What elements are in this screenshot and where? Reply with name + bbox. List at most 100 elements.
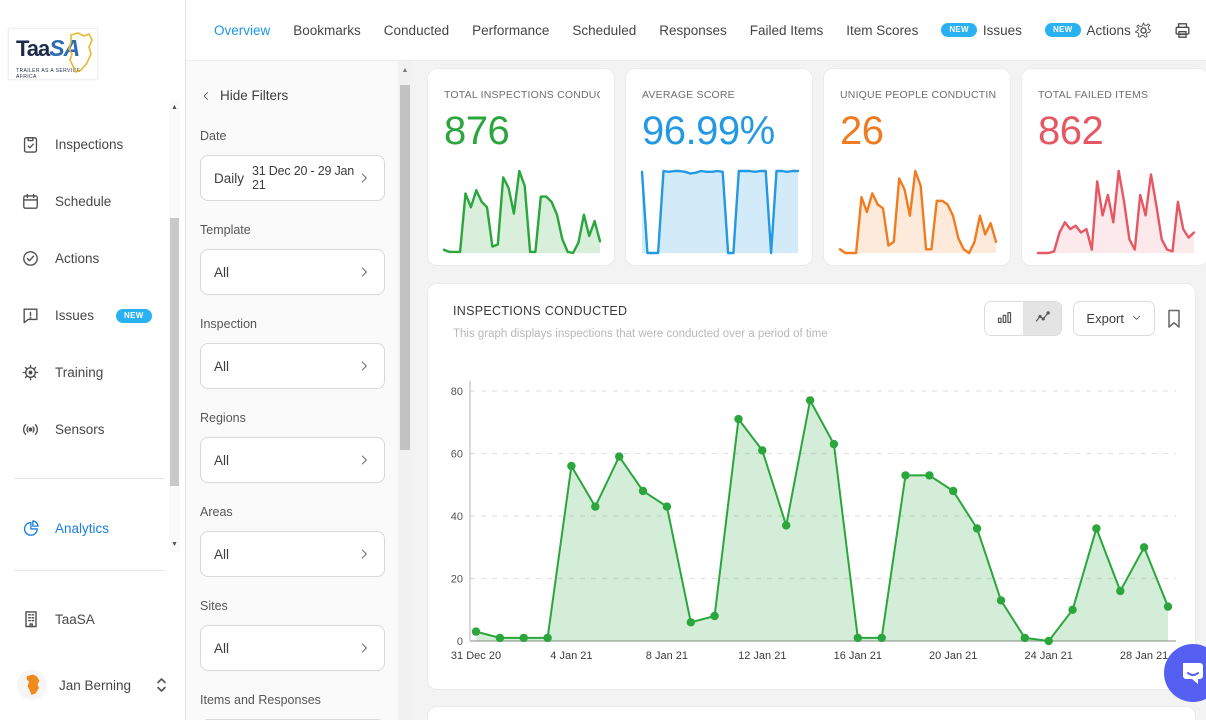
- stat-sparkline: [442, 161, 602, 257]
- tab-label: Failed Items: [750, 23, 824, 38]
- filters-scrollbar[interactable]: ▲: [398, 61, 412, 720]
- bar-chart-icon: [996, 309, 1013, 329]
- analytics-icon: [21, 519, 40, 538]
- chart-controls: Export: [984, 301, 1182, 336]
- sidebar-item-sensors[interactable]: Sensors: [0, 401, 170, 458]
- tab-label: Conducted: [384, 23, 449, 38]
- export-button[interactable]: Export: [1073, 301, 1155, 336]
- sidebar-item-analytics[interactable]: Analytics: [0, 500, 170, 557]
- scroll-down-arrow-icon[interactable]: ▼: [169, 541, 180, 548]
- tab-performance[interactable]: Performance: [472, 23, 549, 38]
- filter-label: Items and Responses: [200, 693, 412, 707]
- bookmark-icon[interactable]: [1166, 309, 1182, 329]
- stat-sparkline: [640, 161, 800, 257]
- app-root: TaaSA TRAILER AS A SERVICE AFRICA Inspec…: [0, 0, 1206, 720]
- hide-filters-button[interactable]: Hide Filters: [200, 88, 412, 103]
- tab-overview[interactable]: Overview: [214, 23, 270, 38]
- sidebar-scrollbar[interactable]: ▲ ▼: [169, 100, 180, 552]
- sensors-icon: [21, 420, 40, 439]
- tab-issues[interactable]: NEW Issues: [941, 23, 1022, 38]
- filter-regions-selector[interactable]: All: [200, 437, 385, 483]
- tab-label: Actions: [1087, 23, 1131, 38]
- scroll-up-arrow-icon[interactable]: ▲: [398, 67, 412, 74]
- filter-label: Sites: [200, 599, 412, 613]
- settings-gear-icon[interactable]: [1134, 21, 1153, 40]
- tab-label: Item Scores: [846, 23, 918, 38]
- sidebar-item-label: Actions: [55, 251, 99, 266]
- chevron-right-icon: [357, 265, 371, 279]
- chevron-down-icon: [1131, 311, 1142, 326]
- sidebar-item-schedule[interactable]: Schedule: [0, 173, 170, 230]
- sidebar-divider: [14, 478, 164, 479]
- filter-label: Areas: [200, 505, 412, 519]
- stat-card-unique-people-conductin[interactable]: UNIQUE PEOPLE CONDUCTIN...26: [823, 68, 1011, 266]
- sidebar-item-label: Analytics: [55, 521, 109, 536]
- stat-card-value: 26: [840, 109, 996, 154]
- export-label: Export: [1086, 311, 1124, 326]
- chevron-right-icon: [357, 359, 371, 373]
- filter-label: Regions: [200, 411, 412, 425]
- scroll-up-arrow-icon[interactable]: ▲: [169, 104, 180, 111]
- svg-text:12 Jan 21: 12 Jan 21: [738, 650, 786, 662]
- new-badge: NEW: [941, 23, 977, 37]
- inspections-icon: [21, 135, 40, 154]
- sidebar-item-label: Issues: [55, 308, 94, 323]
- sidebar-scrollbar-thumb[interactable]: [170, 218, 179, 486]
- stat-card-total-inspections-conduct[interactable]: TOTAL INSPECTIONS CONDUCT876: [427, 68, 615, 266]
- print-icon[interactable]: [1173, 21, 1192, 40]
- filter-label: Date: [200, 129, 412, 143]
- filter-inspection-selector[interactable]: All: [200, 343, 385, 389]
- line-chart-toggle-button[interactable]: [1023, 302, 1061, 335]
- filter-areas-selector[interactable]: All: [200, 531, 385, 577]
- filter-value: All: [214, 453, 229, 468]
- tab-responses[interactable]: Responses: [659, 23, 727, 38]
- stat-card-value: 876: [444, 109, 600, 154]
- filter-group-sites: Sites All: [200, 599, 412, 671]
- chart-title: INSPECTIONS CONDUCTED: [453, 304, 627, 318]
- filter-range-value: 31 Dec 20 - 29 Jan 21: [252, 164, 357, 192]
- sidebar: TaaSA TRAILER AS A SERVICE AFRICA Inspec…: [0, 0, 186, 720]
- stat-card-total-failed-items[interactable]: TOTAL FAILED ITEMS862: [1021, 68, 1206, 266]
- header: Overview Bookmarks Conducted Performance Sch…: [186, 0, 1206, 61]
- filters-scrollbar-thumb[interactable]: [400, 85, 410, 450]
- filter-group-items-and-responses: Items and Responses: [200, 693, 412, 720]
- sidebar-item-label: Schedule: [55, 194, 111, 209]
- sidebar-item-training[interactable]: Training: [0, 344, 170, 401]
- new-badge: NEW: [116, 309, 152, 323]
- filter-value: All: [214, 359, 229, 374]
- filter-sites-selector[interactable]: All: [200, 625, 385, 671]
- sidebar-item-issues[interactable]: Issues NEW: [0, 287, 170, 344]
- tab-bookmarks[interactable]: Bookmarks: [293, 23, 361, 38]
- tab-item-scores[interactable]: Item Scores: [846, 23, 918, 38]
- tab-actions[interactable]: NEW Actions: [1045, 23, 1131, 38]
- chevron-up-down-icon[interactable]: [155, 675, 168, 695]
- tab-failed-items[interactable]: Failed Items: [750, 23, 824, 38]
- tab-conducted[interactable]: Conducted: [384, 23, 449, 38]
- tab-scheduled[interactable]: Scheduled: [572, 23, 636, 38]
- stat-card-average-score[interactable]: AVERAGE SCORE96.99%: [625, 68, 813, 266]
- filter-date-selector[interactable]: Daily31 Dec 20 - 29 Jan 21: [200, 155, 385, 201]
- filter-groups: DateDaily31 Dec 20 - 29 Jan 21TemplateAl…: [200, 129, 412, 720]
- svg-text:40: 40: [451, 511, 463, 523]
- filter-template-selector[interactable]: All: [200, 249, 385, 295]
- tab-label: Issues: [983, 23, 1022, 38]
- sidebar-item-label: Jan Berning: [59, 678, 131, 693]
- filter-label: Inspection: [200, 317, 412, 331]
- training-icon: [21, 363, 40, 382]
- sidebar-item-inspections[interactable]: Inspections: [0, 116, 170, 173]
- new-badge: NEW: [1045, 23, 1081, 37]
- bar-chart-toggle-button[interactable]: [985, 302, 1023, 335]
- filter-value: All: [214, 547, 229, 562]
- tab-label: Bookmarks: [293, 23, 361, 38]
- company-logo[interactable]: TaaSA TRAILER AS A SERVICE AFRICA: [8, 28, 98, 80]
- filter-value: All: [214, 265, 229, 280]
- header-tabs: Overview Bookmarks Conducted Performance Sch…: [214, 23, 1131, 38]
- chat-bubble-icon: [1178, 658, 1206, 688]
- org-icon: [21, 609, 41, 629]
- stat-sparkline: [838, 161, 998, 257]
- sidebar-item-actions[interactable]: Actions: [0, 230, 170, 287]
- chevron-right-icon: [357, 453, 371, 467]
- sidebar-item-taasa[interactable]: TaaSA: [0, 596, 186, 642]
- filter-group-inspection: Inspection All: [200, 317, 412, 389]
- sidebar-item-jan-berning[interactable]: Jan Berning: [0, 662, 186, 708]
